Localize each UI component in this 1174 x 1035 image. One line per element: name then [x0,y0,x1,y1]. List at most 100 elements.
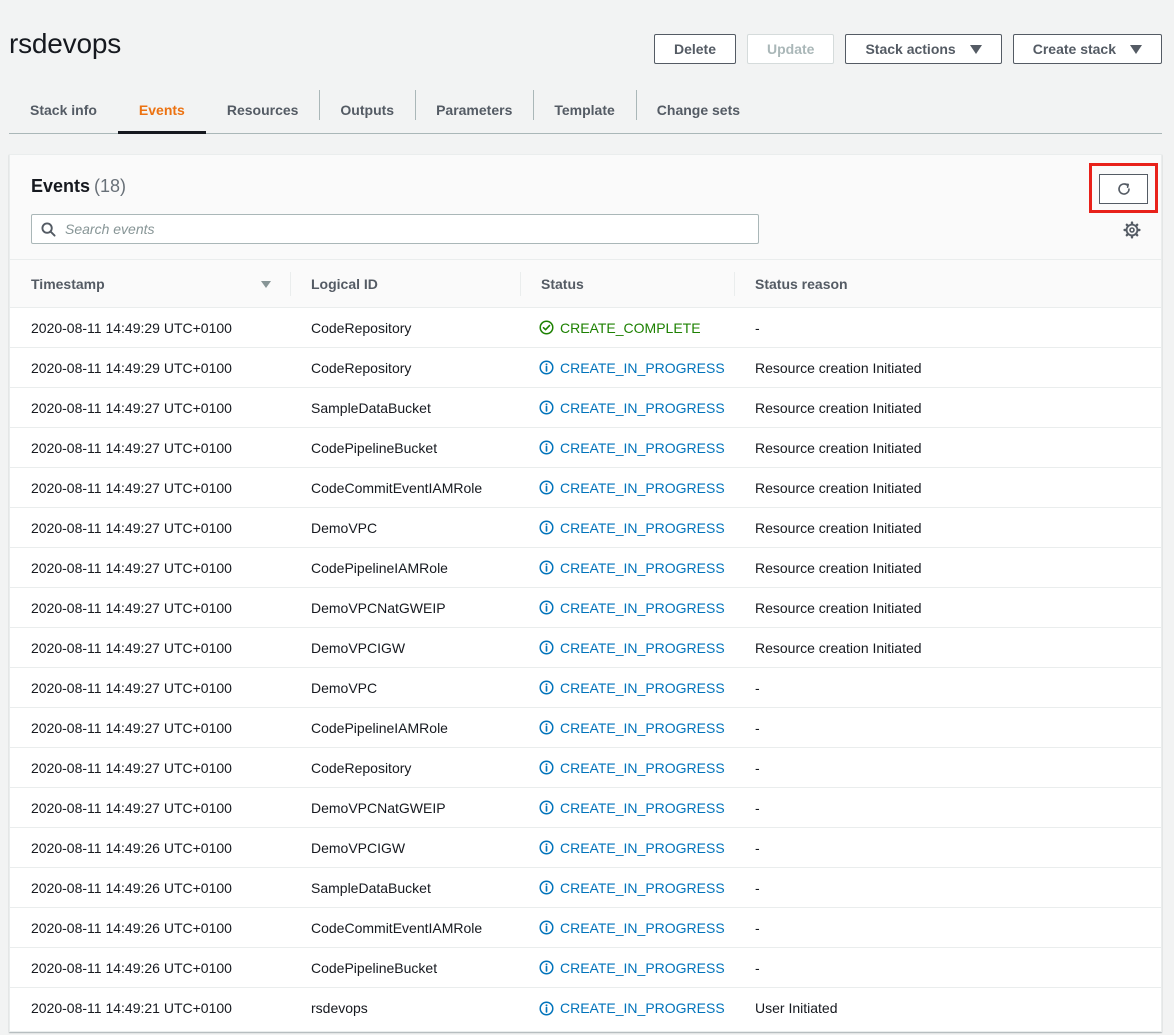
timestamp-cell: 2020-08-11 14:49:27 UTC+0100 [31,479,232,496]
timestamp-cell: 2020-08-11 14:49:26 UTC+0100 [31,879,232,896]
status-cell: CREATE_COMPLETE [520,320,734,336]
logical-id-cell: DemoVPCIGW [311,839,406,856]
timestamp-cell: 2020-08-11 14:49:27 UTC+0100 [31,679,232,696]
info-circle-icon [539,520,554,535]
status-reason-cell: - [755,719,760,736]
cloudformation-stack-page: rsdevops Delete Update Stack actions Cre… [0,0,1174,1035]
refresh-button[interactable] [1099,174,1148,204]
table-row[interactable]: 2020-08-11 14:49:27 UTC+0100 SampleDataBu… [10,388,1161,428]
events-panel-header: Events (18) [10,155,1161,260]
status-cell: CREATE_IN_PROGRESS [520,720,734,736]
table-row[interactable]: 2020-08-11 14:49:27 UTC+0100 CodePipeline… [10,548,1161,588]
info-circle-icon [539,440,554,455]
status-label: CREATE_IN_PROGRESS [560,1000,725,1016]
table-row[interactable]: 2020-08-11 14:49:21 UTC+0100 rsdevops CREA… [10,988,1161,1028]
column-header-status: Status [520,271,734,296]
table-row[interactable]: 2020-08-11 14:49:27 UTC+0100 DemoVPCNatGW… [10,788,1161,828]
stack-actions-dropdown[interactable]: Stack actions [845,34,1002,64]
gear-icon[interactable] [1123,221,1141,244]
status-cell: CREATE_IN_PROGRESS [520,560,734,576]
timestamp-cell: 2020-08-11 14:49:29 UTC+0100 [31,359,232,376]
stack-actions-label: Stack actions [865,41,956,57]
tab-change-sets[interactable]: Change sets [635,86,761,133]
table-row[interactable]: 2020-08-11 14:49:27 UTC+0100 DemoVPCNatGW… [10,588,1161,628]
update-button[interactable]: Update [747,34,835,64]
tab-template[interactable]: Template [533,86,635,133]
info-circle-icon [539,960,554,975]
events-panel: Events (18) Search events Timestamp Logi… [9,154,1162,1032]
status-reason-cell: - [755,799,760,816]
status-label: CREATE_COMPLETE [560,319,701,336]
table-row[interactable]: 2020-08-11 14:49:27 UTC+0100 DemoVPCIGW CR… [10,628,1161,668]
table-row[interactable]: 2020-08-11 14:49:26 UTC+0100 CodeCommitEv… [10,908,1161,948]
timestamp-cell: 2020-08-11 14:49:27 UTC+0100 [31,719,232,736]
status-cell: CREATE_IN_PROGRESS [520,480,734,496]
status-label: CREATE_IN_PROGRESS [560,879,725,896]
table-row[interactable]: 2020-08-11 14:49:29 UTC+0100 CodeReposito… [10,348,1161,388]
delete-button[interactable]: Delete [653,34,736,64]
logical-id-cell: DemoVPC [311,679,378,696]
status-cell: CREATE_IN_PROGRESS [520,840,734,856]
status-cell: CREATE_IN_PROGRESS [520,920,734,936]
table-row[interactable]: 2020-08-11 14:49:27 UTC+0100 CodeCommitEv… [10,468,1161,508]
status-reason-cell: Resource creation Initiated [755,399,922,416]
events-table-body: 2020-08-11 14:49:29 UTC+0100 CodeReposito… [10,308,1161,1028]
status-reason-cell: - [755,759,760,776]
status-label: CREATE_IN_PROGRESS [560,559,725,576]
logical-id-cell: CodeRepository [311,759,412,776]
table-row[interactable]: 2020-08-11 14:49:27 UTC+0100 CodeReposito… [10,748,1161,788]
check-circle-icon [539,320,554,335]
status-label: CREATE_IN_PROGRESS [560,399,725,416]
info-circle-icon [539,360,554,375]
column-header-timestamp[interactable]: Timestamp [10,272,290,296]
tab-events[interactable]: Events [117,86,206,134]
status-cell: CREATE_IN_PROGRESS [520,800,734,816]
logical-id-cell: DemoVPCNatGWEIP [311,599,446,616]
table-row[interactable]: 2020-08-11 14:49:26 UTC+0100 SampleDataBu… [10,868,1161,908]
create-stack-dropdown[interactable]: Create stack [1012,34,1162,64]
status-label: CREATE_IN_PROGRESS [560,919,725,936]
status-label: CREATE_IN_PROGRESS [560,719,725,736]
table-row[interactable]: 2020-08-11 14:49:26 UTC+0100 DemoVPCIGW CR… [10,828,1161,868]
status-label: CREATE_IN_PROGRESS [560,359,725,376]
timestamp-cell: 2020-08-11 14:49:29 UTC+0100 [31,319,232,336]
events-title-label: Events [31,176,91,196]
table-row[interactable]: 2020-08-11 14:49:27 UTC+0100 CodePipeline… [10,428,1161,468]
sort-descending-icon[interactable] [261,280,271,288]
table-row[interactable]: 2020-08-11 14:49:29 UTC+0100 CodeReposito… [10,308,1161,348]
status-label: CREATE_IN_PROGRESS [560,639,725,656]
timestamp-cell: 2020-08-11 14:49:27 UTC+0100 [31,799,232,816]
timestamp-cell: 2020-08-11 14:49:27 UTC+0100 [31,439,232,456]
tab-outputs[interactable]: Outputs [319,86,415,133]
search-icon [41,221,56,237]
info-circle-icon [539,920,554,935]
search-events-field[interactable] [31,214,759,244]
tab-parameters[interactable]: Parameters [415,86,533,133]
timestamp-cell: 2020-08-11 14:49:26 UTC+0100 [31,839,232,856]
search-input[interactable] [65,221,725,237]
info-circle-icon [539,1000,554,1016]
events-count: (18) [94,176,127,196]
status-reason-cell: Resource creation Initiated [755,519,922,536]
status-cell: CREATE_IN_PROGRESS [520,680,734,696]
status-cell: CREATE_IN_PROGRESS [520,1000,734,1016]
page-title: rsdevops [9,28,122,59]
events-table-header: Timestamp Logical ID Status Status reaso… [10,260,1161,308]
logical-id-cell: SampleDataBucket [311,399,431,416]
table-row[interactable]: 2020-08-11 14:49:27 UTC+0100 DemoVPC CREAT… [10,668,1161,708]
status-cell: CREATE_IN_PROGRESS [520,760,734,776]
logical-id-cell: CodeRepository [311,359,412,376]
status-label: CREATE_IN_PROGRESS [560,479,725,496]
logical-id-cell: CodePipelineBucket [311,439,438,456]
tab-resources[interactable]: Resources [206,86,320,133]
timestamp-cell: 2020-08-11 14:49:26 UTC+0100 [31,919,232,936]
table-row[interactable]: 2020-08-11 14:49:26 UTC+0100 CodePipeline… [10,948,1161,988]
status-reason-cell: - [755,319,760,336]
column-header-status-reason: Status reason [734,271,1161,296]
timestamp-cell: 2020-08-11 14:49:27 UTC+0100 [31,399,232,416]
table-row[interactable]: 2020-08-11 14:49:27 UTC+0100 CodePipeline… [10,708,1161,748]
status-reason-cell: - [755,839,760,856]
status-label: CREATE_IN_PROGRESS [560,959,725,976]
tab-stack-info[interactable]: Stack info [9,86,118,133]
table-row[interactable]: 2020-08-11 14:49:27 UTC+0100 DemoVPC CREAT… [10,508,1161,548]
